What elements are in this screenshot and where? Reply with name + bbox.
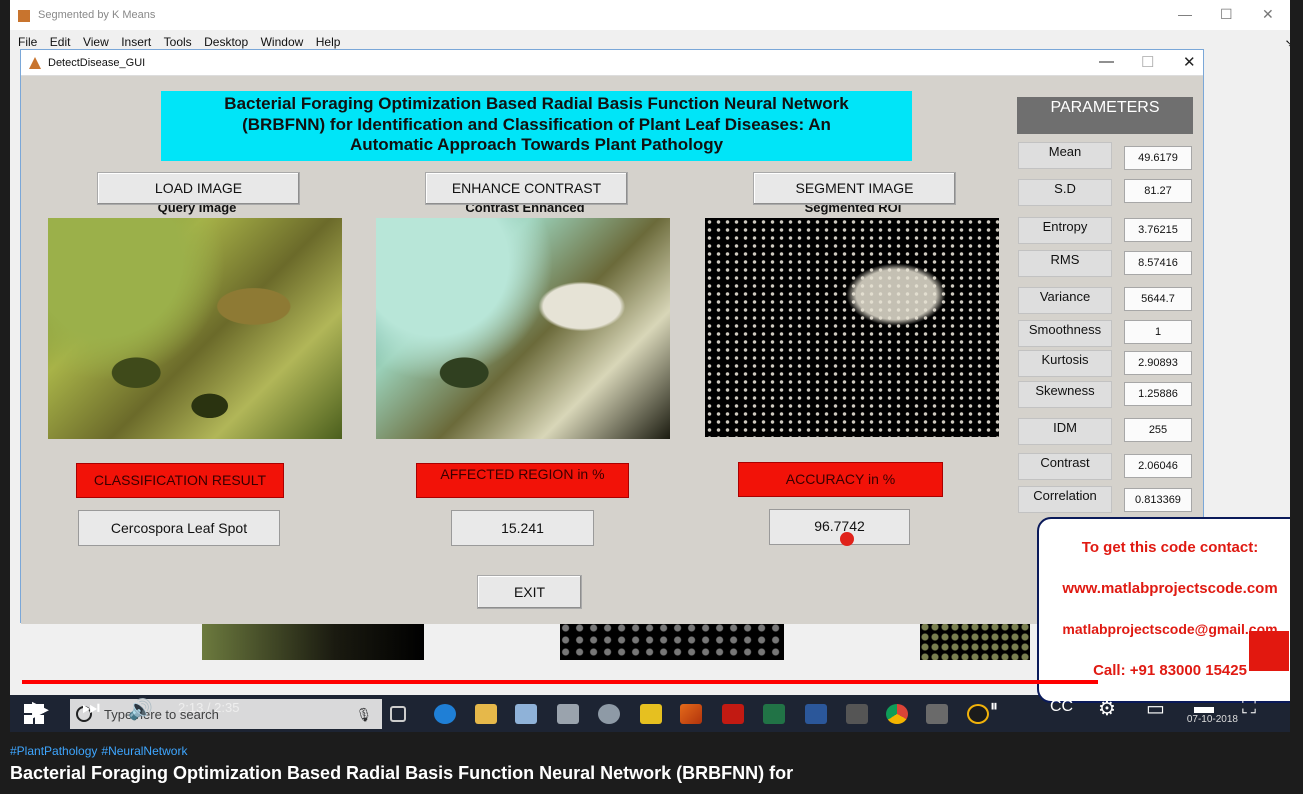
- banner-line: Bacterial Foraging Optimization Based Ra…: [224, 94, 849, 113]
- param-label: Skewness: [1018, 381, 1112, 408]
- exit-button[interactable]: EXIT: [477, 575, 582, 609]
- menu-tools[interactable]: Tools: [164, 35, 192, 49]
- menu-view[interactable]: View: [83, 35, 109, 49]
- gui-content: Bacterial Foraging Optimization Based Ra…: [21, 77, 1203, 624]
- miniplayer-icon[interactable]: ▭: [1146, 696, 1165, 721]
- volume-icon[interactable]: 🔊: [128, 697, 153, 722]
- param-label: Smoothness: [1018, 320, 1112, 347]
- bg-image-strip: [920, 622, 1030, 660]
- theater-mode-icon[interactable]: ▬: [1194, 696, 1214, 719]
- param-value: 5644.7: [1124, 287, 1192, 311]
- image-caption-query: Query Image: [157, 205, 237, 215]
- video-page: Segmented by K Means — ☐ ✕ File Edit Vie…: [0, 0, 1303, 794]
- close-icon[interactable]: ✕: [1183, 53, 1196, 71]
- param-label: S.D: [1018, 179, 1112, 206]
- video-title: Bacterial Foraging Optimization Based Ra…: [10, 763, 794, 783]
- hashtag-link[interactable]: #NeuralNetwork: [101, 744, 187, 758]
- fullscreen-icon[interactable]: ⛶: [1242, 696, 1256, 719]
- parameters-heading: PARAMETERS: [1017, 97, 1193, 134]
- banner-line: Automatic Approach Towards Plant Patholo…: [349, 135, 724, 154]
- load-image-button[interactable]: LOAD IMAGE: [97, 172, 300, 205]
- param-label: IDM: [1018, 418, 1112, 445]
- segmented-roi-image: [705, 218, 999, 437]
- enhance-contrast-button[interactable]: ENHANCE CONTRAST: [425, 172, 628, 205]
- param-value: 1: [1124, 320, 1192, 344]
- cursor-marker-icon: [840, 532, 854, 546]
- bg-image-strip: [560, 622, 784, 660]
- captions-icon[interactable]: CC: [1050, 698, 1073, 716]
- video-time: 2:13 / 2:35: [178, 700, 240, 715]
- progress-bar[interactable]: [22, 680, 1278, 684]
- param-label: Entropy: [1018, 217, 1112, 244]
- param-label: Contrast: [1018, 453, 1112, 480]
- param-value: 2.90893: [1124, 351, 1192, 375]
- bg-window-titlebar: Segmented by K Means — ☐ ✕: [10, 0, 1290, 30]
- param-label: RMS: [1018, 250, 1112, 277]
- menu-file[interactable]: File: [18, 35, 37, 49]
- video-player[interactable]: Segmented by K Means — ☐ ✕ File Edit Vie…: [10, 0, 1290, 732]
- matlab-icon: [18, 10, 30, 22]
- menu-window[interactable]: Window: [261, 35, 304, 49]
- classification-result-value: Cercospora Leaf Spot: [78, 510, 280, 546]
- param-value: 81.27: [1124, 179, 1192, 203]
- settings-icon[interactable]: ⚙: [1098, 696, 1116, 721]
- play-icon[interactable]: ▶: [32, 696, 49, 722]
- maximize-icon[interactable]: ☐: [1141, 53, 1154, 71]
- menu-insert[interactable]: Insert: [121, 35, 151, 49]
- param-value: 3.76215: [1124, 218, 1192, 242]
- menu-help[interactable]: Help: [316, 35, 341, 49]
- param-label: Correlation: [1018, 486, 1112, 513]
- param-label: Kurtosis: [1018, 350, 1112, 377]
- gui-titlebar: DetectDisease_GUI — ☐ ✕: [21, 50, 1203, 76]
- accuracy-label: ACCURACY in %: [738, 462, 943, 497]
- hashtags: #PlantPathology #NeuralNetwork: [10, 744, 191, 758]
- param-value: 255: [1124, 418, 1192, 442]
- autoplay-toggle-icon[interactable]: ⏸: [990, 698, 998, 716]
- hashtag-link[interactable]: #PlantPathology: [10, 744, 97, 758]
- param-value: 0.813369: [1124, 488, 1192, 512]
- progress-bar-fill: [22, 680, 1099, 684]
- contact-heading: To get this code contact:: [1081, 539, 1259, 556]
- gui-window-title: DetectDisease_GUI: [48, 57, 146, 69]
- bg-image-strip: [202, 622, 424, 660]
- param-label: Variance: [1018, 287, 1112, 314]
- param-label: Mean: [1018, 142, 1112, 169]
- contact-phone: Call: +91 83000 15425: [1093, 662, 1247, 679]
- contact-overlay: To get this code contact: www.matlabproj…: [1037, 517, 1290, 703]
- minimize-icon[interactable]: —: [1099, 53, 1114, 70]
- menu-desktop[interactable]: Desktop: [204, 35, 248, 49]
- query-image: [48, 218, 342, 439]
- next-icon[interactable]: ⏭: [82, 697, 100, 720]
- param-value: 1.25886: [1124, 382, 1192, 406]
- bg-window-title: Segmented by K Means: [38, 9, 156, 21]
- param-value: 2.06046: [1124, 454, 1192, 478]
- image-caption-enhanced: Contrast Enhanced: [465, 205, 585, 215]
- player-controls: ▶ ⏭ 🔊 2:13 / 2:35 ⏸ CC ⚙ ▭ ▬ ⛶: [10, 688, 1290, 732]
- title-banner: Bacterial Foraging Optimization Based Ra…: [161, 91, 912, 161]
- menu-edit[interactable]: Edit: [50, 35, 71, 49]
- close-icon[interactable]: ✕: [1262, 6, 1274, 23]
- image-caption-segmented: Segmented ROI: [804, 205, 902, 215]
- banner-line: (BRBFNN) for Identification and Classifi…: [242, 114, 831, 134]
- minimize-icon[interactable]: —: [1178, 6, 1192, 22]
- dock-arrow-icon[interactable]: ➘: [1285, 37, 1290, 50]
- segment-image-button[interactable]: SEGMENT IMAGE: [753, 172, 956, 205]
- matlab-icon: [29, 57, 41, 69]
- contact-website: www.matlabprojectscode.com: [1062, 580, 1278, 597]
- classification-result-label: CLASSIFICATION RESULT: [76, 463, 284, 498]
- param-value: 49.6179: [1124, 146, 1192, 170]
- affected-region-label: AFFECTED REGION in %: [416, 463, 629, 498]
- contrast-enhanced-image: [376, 218, 670, 439]
- param-value: 8.57416: [1124, 251, 1192, 275]
- maximize-icon[interactable]: ☐: [1220, 6, 1233, 23]
- detect-disease-window: DetectDisease_GUI — ☐ ✕ Bacterial Foragi…: [20, 49, 1204, 624]
- affected-region-value: 15.241: [451, 510, 594, 546]
